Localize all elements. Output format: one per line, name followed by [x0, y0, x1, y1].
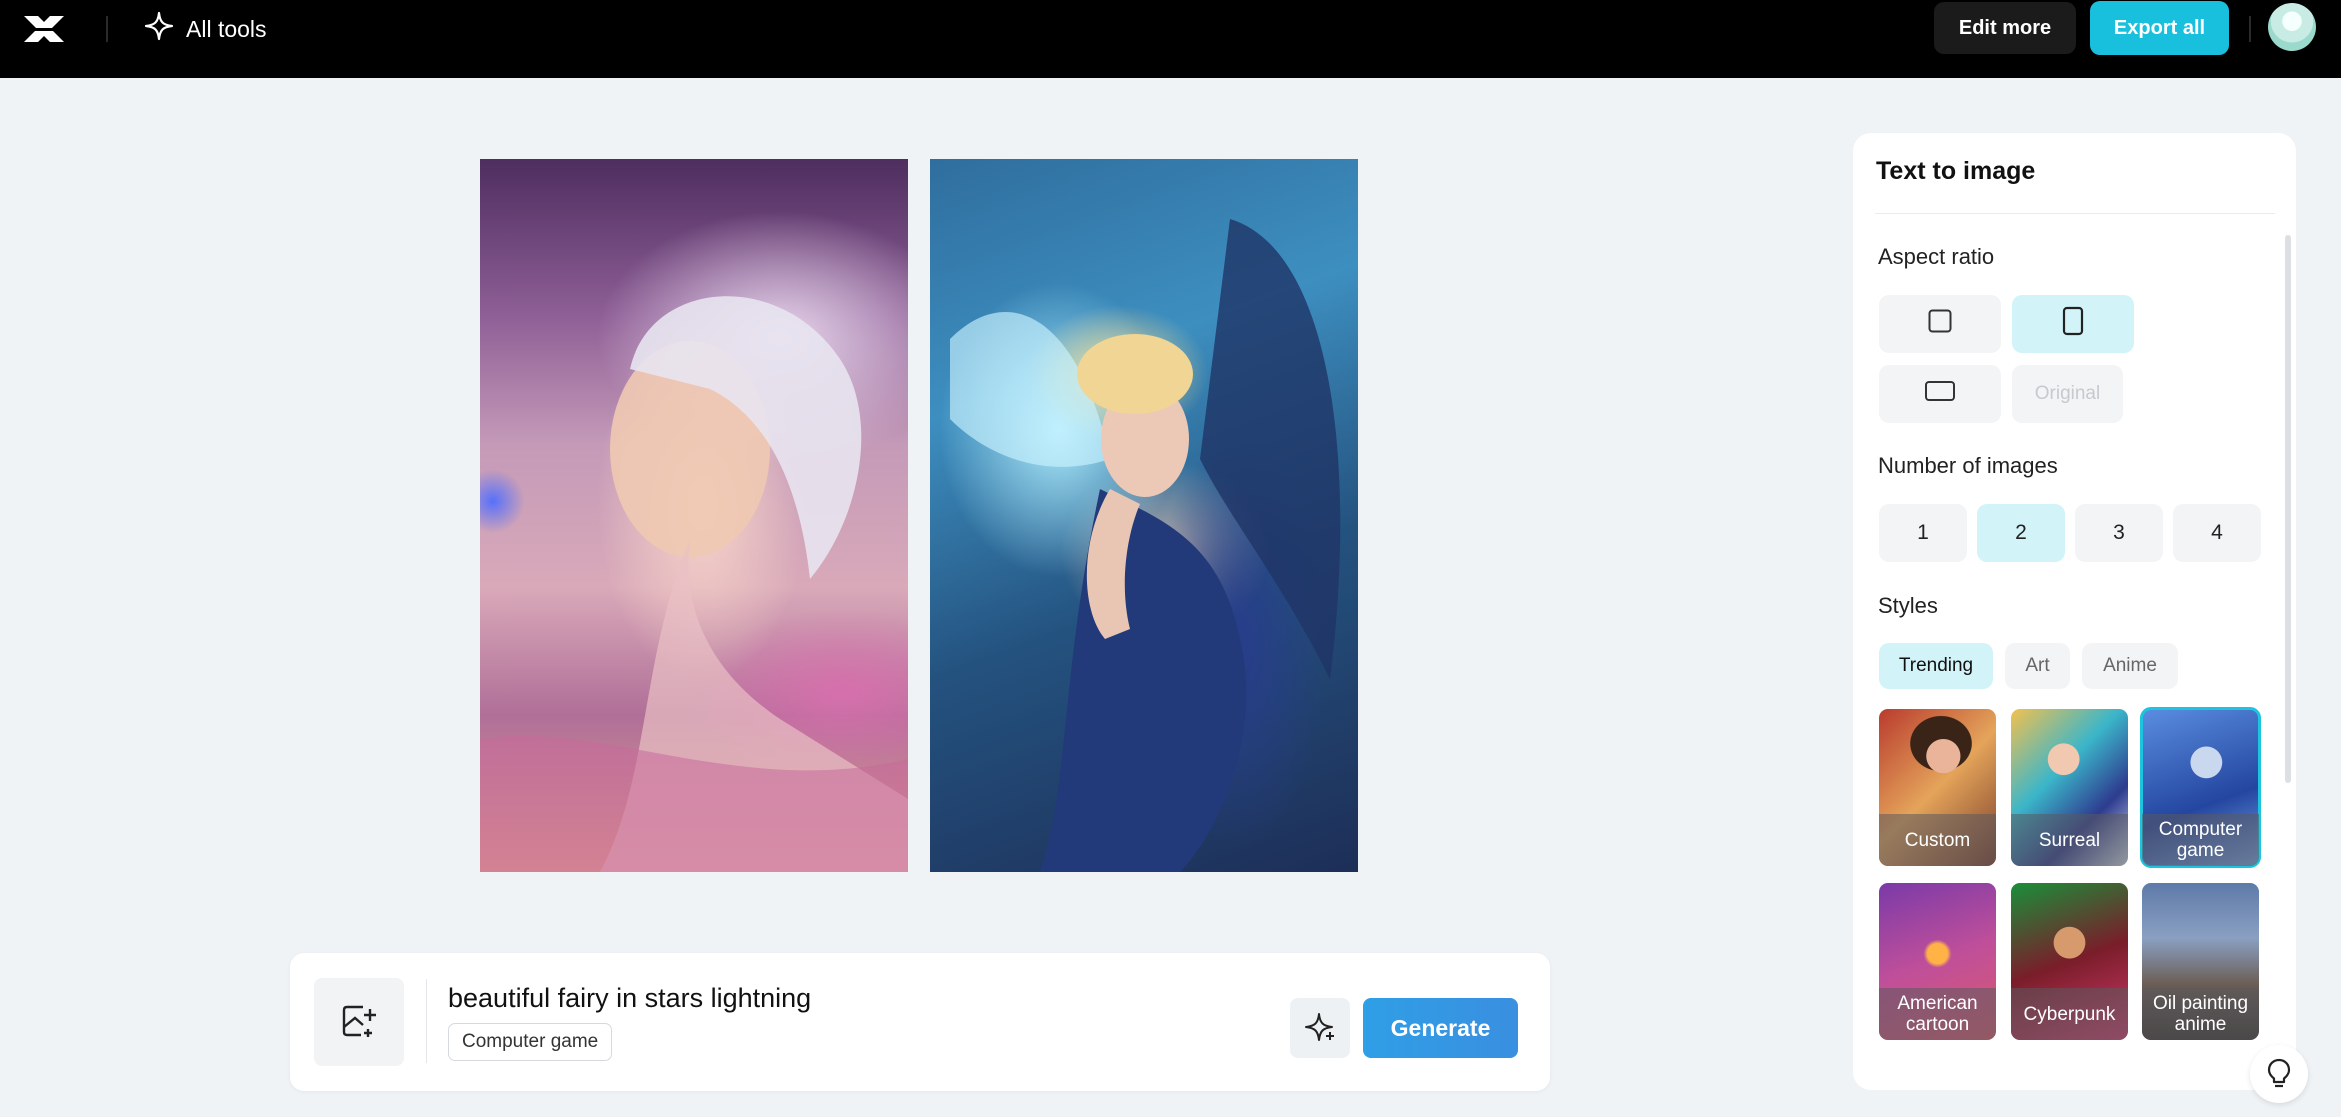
number-of-images-label: Number of images [1878, 453, 2058, 478]
generated-image-2[interactable] [930, 159, 1358, 872]
style-cyberpunk[interactable]: Cyberpunk [2011, 883, 2128, 1040]
style-tag[interactable]: Computer game [448, 1023, 613, 1061]
number-option-1[interactable]: 1 [1879, 504, 1967, 562]
square-icon [1928, 309, 1952, 339]
sparkle-icon [144, 11, 174, 47]
style-label: Custom [1879, 814, 1996, 866]
image-upload-button[interactable] [314, 978, 404, 1066]
capcut-logo-icon[interactable] [20, 10, 68, 50]
divider [426, 979, 427, 1063]
tips-button[interactable] [2250, 1045, 2308, 1103]
top-bar: All tools Edit more Export all [0, 0, 2341, 78]
divider [1875, 213, 2275, 214]
style-oil-painting-anime[interactable]: Oil painting anime [2142, 883, 2259, 1040]
prompt-bar: beautiful fairy in stars lightning Compu… [290, 953, 1550, 1091]
generated-image-1[interactable] [480, 159, 908, 872]
style-custom[interactable]: Custom [1879, 709, 1996, 866]
style-label: Surreal [2011, 814, 2128, 866]
aspect-original-option[interactable]: Original [2012, 365, 2123, 423]
panel-scrollbar[interactable] [2284, 229, 2292, 919]
aspect-ratio-label: Aspect ratio [1878, 244, 1995, 269]
portrait-icon [2062, 306, 2084, 342]
aspect-square-option[interactable] [1879, 295, 2001, 353]
prompt-input[interactable]: beautiful fairy in stars lightning [448, 983, 811, 1014]
tab-anime[interactable]: Anime [2082, 643, 2178, 689]
prompt-enhance-button[interactable] [1290, 998, 1350, 1058]
generate-button[interactable]: Generate [1363, 998, 1518, 1058]
aspect-portrait-option[interactable] [2012, 295, 2134, 353]
style-american-cartoon[interactable]: American cartoon [1879, 883, 1996, 1040]
divider [106, 16, 108, 42]
style-surreal[interactable]: Surreal [2011, 709, 2128, 866]
style-label: Cyberpunk [2011, 988, 2128, 1040]
styles-label: Styles [1878, 593, 1938, 618]
lightbulb-icon [2265, 1057, 2293, 1092]
magic-sparkle-icon [1303, 1010, 1337, 1047]
edit-more-button[interactable]: Edit more [1934, 2, 2076, 54]
scrollbar-thumb[interactable] [2285, 235, 2291, 783]
export-all-button[interactable]: Export all [2090, 1, 2229, 55]
text-to-image-panel: Text to image Aspect ratio Original Numb… [1853, 133, 2296, 1090]
aspect-landscape-option[interactable] [1879, 365, 2001, 423]
panel-title: Text to image [1876, 157, 2036, 185]
style-label: Computer game [2142, 814, 2259, 866]
avatar[interactable] [2268, 3, 2316, 51]
tab-art[interactable]: Art [2005, 643, 2070, 689]
style-label: Oil painting anime [2142, 988, 2259, 1040]
style-computer-game[interactable]: Computer game [2140, 707, 2261, 868]
style-label: American cartoon [1879, 988, 1996, 1040]
all-tools-label: All tools [186, 15, 267, 42]
image-add-icon [339, 1001, 379, 1044]
number-option-3[interactable]: 3 [2075, 504, 2163, 562]
number-option-2[interactable]: 2 [1977, 504, 2065, 562]
tab-trending[interactable]: Trending [1879, 643, 1993, 689]
divider [2249, 16, 2251, 42]
all-tools-button[interactable]: All tools [144, 10, 267, 48]
number-option-4[interactable]: 4 [2173, 504, 2261, 562]
landscape-icon [1924, 380, 1956, 408]
